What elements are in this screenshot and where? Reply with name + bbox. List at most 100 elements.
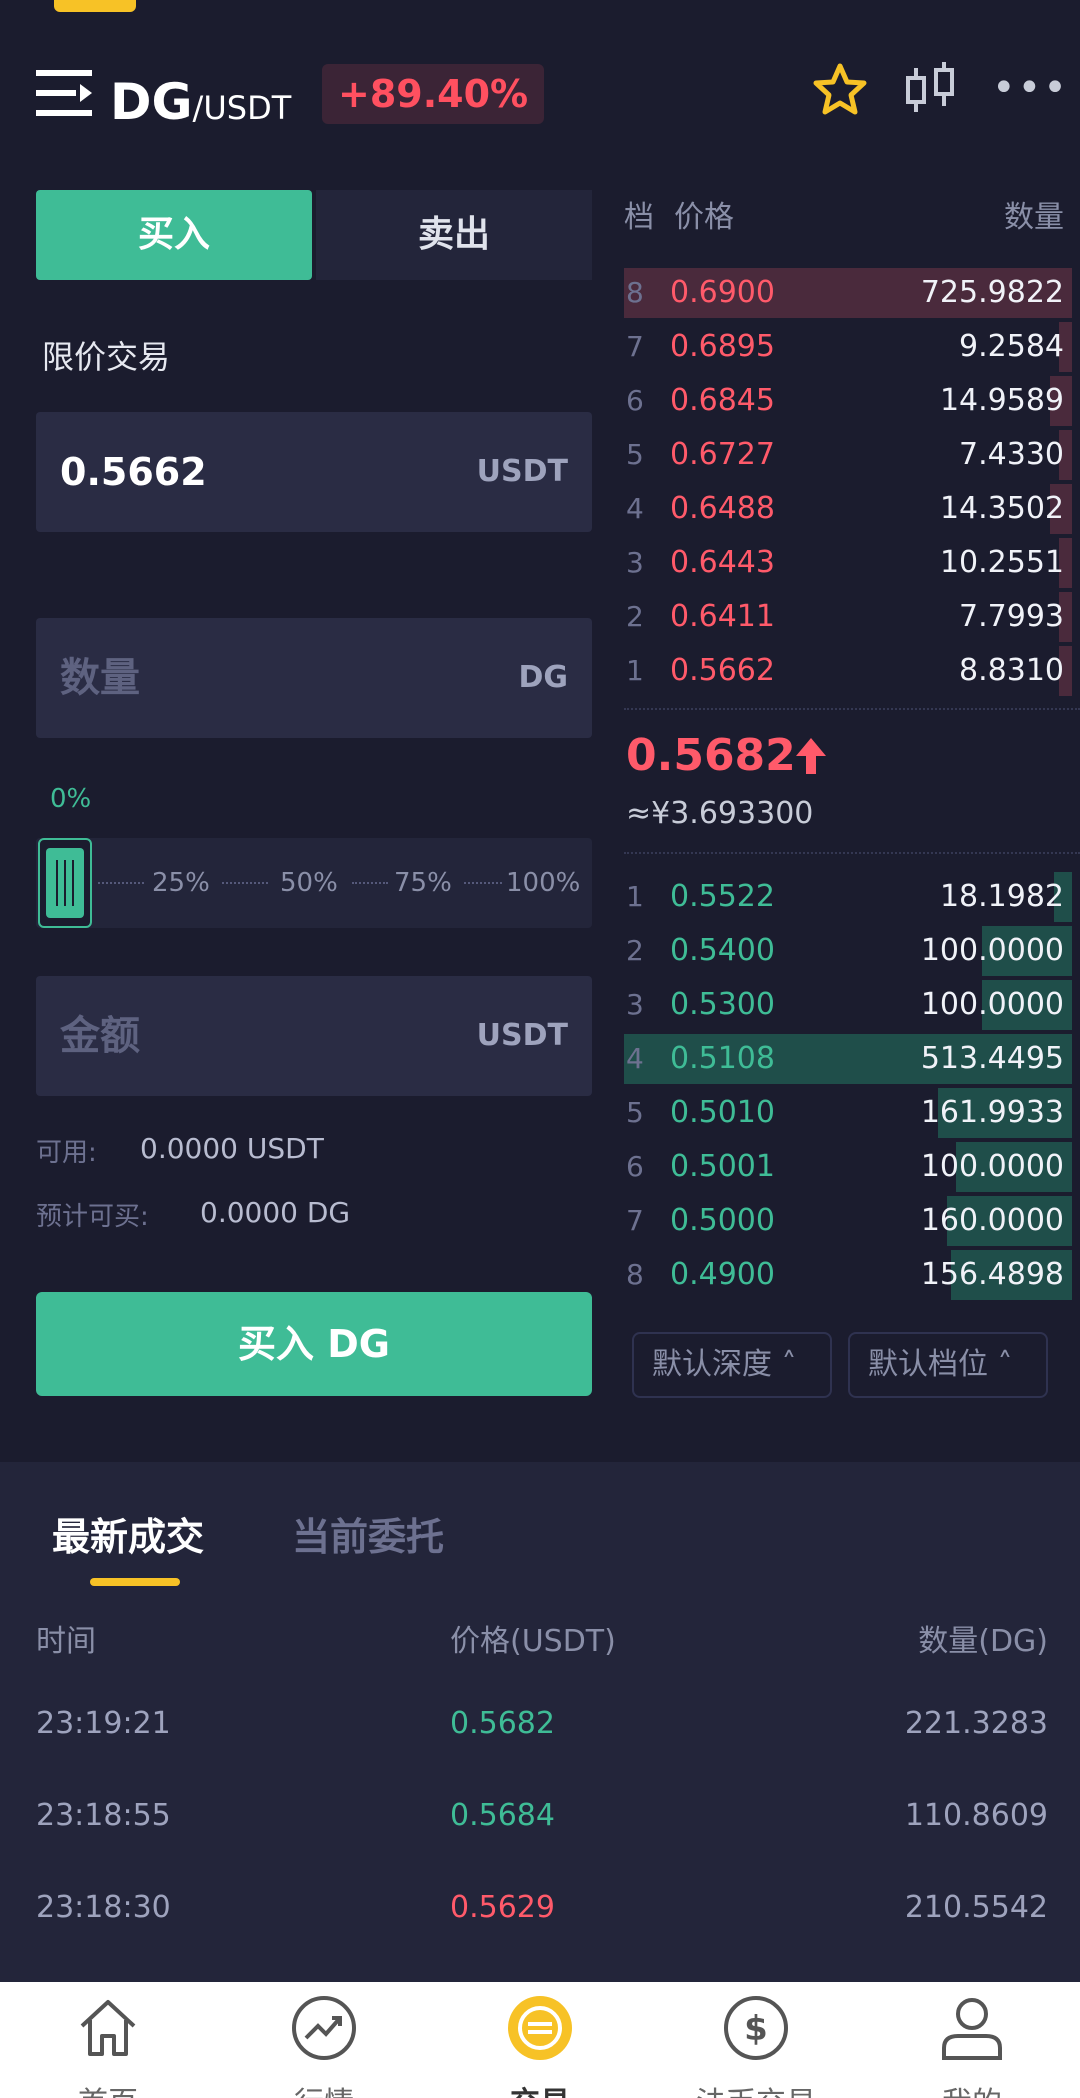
- bid-level: 2: [626, 934, 644, 967]
- trade-time: 23:18:30: [36, 1890, 171, 1925]
- price-input[interactable]: 0.5662 USDT: [36, 412, 592, 532]
- candlestick-icon[interactable]: [902, 60, 960, 120]
- trade-time: 23:18:55: [36, 1798, 171, 1833]
- last-price-cny: ≈¥3.693300: [626, 796, 814, 831]
- slider-mark-50[interactable]: 50%: [280, 838, 338, 928]
- menu-icon[interactable]: [36, 66, 98, 120]
- bid-row[interactable]: 3 0.5300 100.0000: [624, 978, 1072, 1032]
- quantity-placeholder: 数量: [60, 655, 140, 701]
- top-indicator: [54, 0, 136, 12]
- slider-percent-label: 0%: [50, 784, 92, 814]
- fiat-icon: $: [724, 1996, 788, 2060]
- tab-latest-trades[interactable]: 最新成交: [52, 1506, 204, 1561]
- last-price: 0.5682: [626, 730, 796, 781]
- bid-price: 0.4900: [670, 1257, 775, 1292]
- slider-dots: [98, 882, 144, 884]
- ask-row[interactable]: 5 0.6727 7.4330: [624, 428, 1072, 482]
- slider-mark-25[interactable]: 25%: [152, 838, 210, 928]
- nav-market[interactable]: 行情: [216, 1982, 432, 2098]
- bid-price: 0.5000: [670, 1203, 775, 1238]
- ask-row[interactable]: 6 0.6845 14.9589: [624, 374, 1072, 428]
- bid-row[interactable]: 7 0.5000 160.0000: [624, 1194, 1072, 1248]
- ask-price: 0.6411: [670, 599, 775, 634]
- nav-fiat[interactable]: $ 法币交易: [648, 1982, 864, 2098]
- bid-price: 0.5522: [670, 879, 775, 914]
- ask-quantity: 7.4330: [959, 437, 1064, 472]
- ask-level: 3: [626, 546, 644, 579]
- trades-head-qty: 数量(DG): [918, 1624, 1048, 1659]
- trading-pair[interactable]: DG/USDT: [110, 70, 291, 140]
- bid-price: 0.5001: [670, 1149, 775, 1184]
- price-unit: USDT: [476, 454, 568, 489]
- trades-head-price: 价格(USDT): [450, 1624, 616, 1659]
- ask-quantity: 8.8310: [959, 653, 1064, 688]
- bid-level: 4: [626, 1042, 644, 1075]
- bid-row[interactable]: 4 0.5108 513.4495: [624, 1032, 1072, 1086]
- slider-mark-100[interactable]: 100%: [506, 838, 580, 928]
- ask-level: 7: [626, 330, 644, 363]
- ask-row[interactable]: 3 0.6443 10.2551: [624, 536, 1072, 590]
- ask-quantity: 10.2551: [939, 545, 1064, 580]
- bid-price: 0.5300: [670, 987, 775, 1022]
- nav-label: 法币交易: [648, 2078, 864, 2098]
- up-arrow-icon: [796, 738, 826, 774]
- bid-quantity: 100.0000: [920, 987, 1064, 1022]
- bid-row[interactable]: 1 0.5522 18.1982: [624, 870, 1072, 924]
- change-badge: +89.40%: [322, 64, 545, 124]
- bid-row[interactable]: 8 0.4900 156.4898: [624, 1248, 1072, 1302]
- trade-quantity: 110.8609: [904, 1798, 1048, 1833]
- ask-level: 5: [626, 438, 644, 471]
- amount-unit: USDT: [476, 1018, 568, 1053]
- slider-dots: [464, 882, 502, 884]
- ask-price: 0.6488: [670, 491, 775, 526]
- nav-home[interactable]: 首页: [0, 1982, 216, 2098]
- bid-price: 0.5400: [670, 933, 775, 968]
- ask-price: 0.6895: [670, 329, 775, 364]
- nav-trade[interactable]: 交易: [432, 1982, 648, 2098]
- order-type-label[interactable]: 限价交易: [42, 332, 170, 378]
- tab-sell[interactable]: 卖出: [316, 190, 592, 280]
- ask-row[interactable]: 1 0.5662 8.8310: [624, 644, 1072, 698]
- ask-quantity: 9.2584: [959, 329, 1064, 364]
- slider-mark-75[interactable]: 75%: [394, 838, 452, 928]
- quantity-unit: DG: [518, 660, 568, 695]
- ask-price: 0.6845: [670, 383, 775, 418]
- trade-price: 0.5684: [450, 1798, 555, 1833]
- bid-row[interactable]: 2 0.5400 100.0000: [624, 924, 1072, 978]
- ask-row[interactable]: 4 0.6488 14.3502: [624, 482, 1072, 536]
- nav-label: 行情: [216, 2078, 432, 2098]
- tab-buy[interactable]: 买入: [36, 190, 312, 280]
- more-icon[interactable]: •••: [992, 68, 1067, 110]
- price-value: 0.5662: [60, 450, 207, 494]
- orderbook-separator: [624, 852, 1080, 854]
- bid-level: 7: [626, 1204, 644, 1237]
- star-icon[interactable]: [812, 62, 868, 118]
- svg-text:$: $: [744, 2009, 768, 2049]
- level-select[interactable]: 默认档位 ˄: [848, 1332, 1048, 1398]
- available-value: 0.0000 USDT: [140, 1132, 324, 1165]
- bid-row[interactable]: 6 0.5001 100.0000: [624, 1140, 1072, 1194]
- nav-profile[interactable]: 我的: [864, 1982, 1080, 2098]
- quantity-input[interactable]: 数量 DG: [36, 618, 592, 738]
- ask-row[interactable]: 7 0.6895 9.2584: [624, 320, 1072, 374]
- tab-current-orders[interactable]: 当前委托: [292, 1506, 444, 1561]
- bid-quantity: 513.4495: [920, 1041, 1064, 1076]
- depth-select[interactable]: 默认深度 ˄: [632, 1332, 832, 1398]
- orderbook-head-price: 价格: [674, 200, 734, 235]
- trade-icon: [508, 1996, 572, 2060]
- buy-button[interactable]: 买入 DG: [36, 1292, 592, 1396]
- ask-level: 1: [626, 654, 644, 687]
- bid-row[interactable]: 5 0.5010 161.9933: [624, 1086, 1072, 1140]
- bid-level: 5: [626, 1096, 644, 1129]
- ask-level: 8: [626, 276, 644, 309]
- amount-input[interactable]: 金额 USDT: [36, 976, 592, 1096]
- ask-row[interactable]: 8 0.6900 725.9822: [624, 266, 1072, 320]
- tab-indicator: [90, 1578, 180, 1586]
- bid-price: 0.5010: [670, 1095, 775, 1130]
- ask-quantity: 7.7993: [959, 599, 1064, 634]
- nav-label: 我的: [864, 2078, 1080, 2098]
- bid-quantity: 161.9933: [920, 1095, 1064, 1130]
- bid-price: 0.5108: [670, 1041, 775, 1076]
- ask-row[interactable]: 2 0.6411 7.7993: [624, 590, 1072, 644]
- slider-handle[interactable]: [38, 838, 92, 928]
